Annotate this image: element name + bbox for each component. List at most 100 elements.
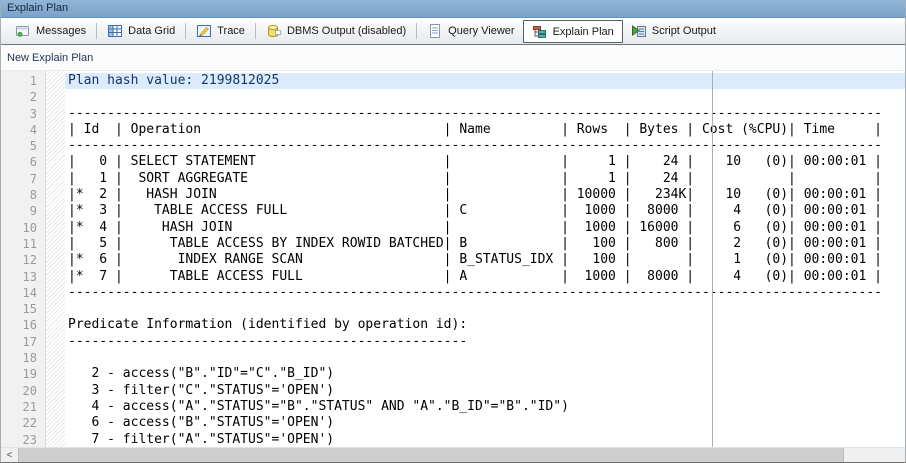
code-text: |* 4 | HASH JOIN | | 1000 | 16000 | 6 (0… — [65, 220, 905, 236]
editor-line[interactable]: 3---------------------------------------… — [1, 106, 905, 122]
horizontal-scrollbar[interactable]: < — [1, 447, 905, 462]
editor-line[interactable]: 2 — [1, 89, 905, 105]
line-number: 15 — [1, 301, 45, 317]
fold-strip — [45, 317, 65, 333]
line-number: 17 — [1, 334, 45, 350]
tab-label: Data Grid — [128, 25, 175, 37]
line-number: 20 — [1, 383, 45, 399]
line-number: 23 — [1, 432, 45, 447]
line-number: 9 — [1, 203, 45, 219]
fold-strip — [45, 415, 65, 431]
editor-line[interactable]: 9 |* 3 | TABLE ACCESS FULL | C | 1000 | 8… — [1, 203, 905, 219]
line-number: 10 — [1, 220, 45, 236]
tab-separator — [255, 23, 256, 39]
editor-line[interactable]: 17 --------------------------------------… — [1, 334, 905, 350]
panel-titlebar[interactable]: Explain Plan — [1, 0, 905, 18]
tab-data-grid[interactable]: Data Grid — [99, 20, 183, 42]
fold-strip — [45, 269, 65, 285]
editor-line[interactable]: 20 3 - filter("C"."STATUS"='OPEN') — [1, 383, 905, 399]
line-number: 6 — [1, 154, 45, 170]
line-number: 5 — [1, 138, 45, 154]
editor-line[interactable]: 16 Predicate Information (identified by o… — [1, 317, 905, 333]
fold-strip — [45, 73, 65, 89]
tab-separator — [416, 23, 417, 39]
fold-strip — [45, 171, 65, 187]
tab-separator — [185, 23, 186, 39]
line-number: 4 — [1, 122, 45, 138]
fold-strip — [45, 301, 65, 317]
editor-line[interactable]: 4 | Id | Operation | Name | Rows | Bytes … — [1, 122, 905, 138]
tab-bar: Messages Data Grid TraceDBMS Output (disab… — [1, 18, 905, 45]
fold-strip — [45, 350, 65, 366]
tab-dbms-output-disabled[interactable]: DBMS Output (disabled) — [258, 20, 414, 42]
tab-trace[interactable]: Trace — [188, 20, 253, 42]
fold-strip — [45, 154, 65, 170]
code-text: 7 - filter("A"."STATUS"='OPEN') — [65, 432, 905, 447]
code-text: ----------------------------------------… — [65, 334, 905, 350]
scrollbar-track[interactable] — [844, 448, 905, 462]
scrollbar-thumb[interactable] — [18, 448, 844, 462]
editor-line[interactable]: 12|* 6 | INDEX RANGE SCAN | B_STATUS_IDX… — [1, 252, 905, 268]
code-text: ----------------------------------------… — [65, 138, 905, 154]
fold-strip — [45, 187, 65, 203]
tab-query-viewer[interactable]: Query Viewer — [419, 20, 522, 42]
fold-strip — [45, 138, 65, 154]
script-output-icon — [631, 23, 647, 39]
fold-strip — [45, 334, 65, 350]
tab-messages[interactable]: Messages — [7, 20, 94, 42]
fold-strip — [45, 383, 65, 399]
line-number: 13 — [1, 269, 45, 285]
line-number: 21 — [1, 399, 45, 415]
tab-script-output[interactable]: Script Output — [623, 20, 724, 42]
editor-line[interactable]: 19 2 - access("B"."ID"="C"."B_ID") — [1, 366, 905, 382]
tab-explain-plan[interactable]: Explain Plan — [523, 20, 623, 43]
line-number: 14 — [1, 285, 45, 301]
code-text: |* 3 | TABLE ACCESS FULL | C | 1000 | 80… — [65, 203, 905, 219]
line-number: 22 — [1, 415, 45, 431]
code-text: | 5 | TABLE ACCESS BY INDEX ROWID BATCHE… — [65, 236, 905, 252]
trace-icon — [196, 23, 212, 39]
panel-title: Explain Plan — [7, 2, 68, 14]
code-text: Predicate Information (identified by ope… — [65, 317, 905, 333]
code-text: ----------------------------------------… — [65, 106, 905, 122]
editor-line[interactable]: 18 — [1, 350, 905, 366]
fold-strip — [45, 122, 65, 138]
fold-strip — [45, 432, 65, 447]
editor-line[interactable]: 11| 5 | TABLE ACCESS BY INDEX ROWID BATC… — [1, 236, 905, 252]
line-number: 12 — [1, 252, 45, 268]
line-number: 16 — [1, 317, 45, 333]
editor-line[interactable]: 10 |* 4 | HASH JOIN | | 1000 | 16000 | 6 … — [1, 220, 905, 236]
code-text — [65, 350, 905, 366]
tab-label: Script Output — [652, 25, 716, 37]
toolbar: New Explain Plan — [1, 45, 905, 71]
editor-line[interactable]: 15 — [1, 301, 905, 317]
scroll-left-button[interactable]: < — [1, 448, 18, 462]
code-text: Plan hash value: 2199812025 — [65, 73, 905, 89]
code-text: | Id | Operation | Name | Rows | Bytes |… — [65, 122, 905, 138]
editor-line[interactable]: 14 --------------------------------------… — [1, 285, 905, 301]
editor-line[interactable]: 1Plan hash value: 2199812025 — [1, 73, 905, 89]
line-number: 7 — [1, 171, 45, 187]
tab-separator — [96, 23, 97, 39]
fold-strip — [45, 106, 65, 122]
fold-strip — [45, 220, 65, 236]
editor-line[interactable]: 8|* 2 | HASH JOIN | | 10000 | 234K| 10 (… — [1, 187, 905, 203]
code-editor[interactable]: 1Plan hash value: 219981202523----------… — [1, 71, 905, 447]
line-number: 8 — [1, 187, 45, 203]
editor-line[interactable]: 7 | 1 | SORT AGGREGATE | | 1 | 24 | | | — [1, 171, 905, 187]
messages-icon — [15, 23, 31, 39]
code-text: | 1 | SORT AGGREGATE | | 1 | 24 | | | — [65, 171, 905, 187]
editor-line[interactable]: 6| 0 | SELECT STATEMENT | | 1 | 24 | 10 … — [1, 154, 905, 170]
code-text — [65, 89, 905, 105]
editor-lines: 1Plan hash value: 219981202523----------… — [1, 73, 905, 447]
dbms-output-icon — [266, 23, 282, 39]
editor-line[interactable]: 23 7 - filter("A"."STATUS"='OPEN') — [1, 432, 905, 447]
editor-line[interactable]: 13|* 7 | TABLE ACCESS FULL | A | 1000 | … — [1, 269, 905, 285]
line-number: 19 — [1, 366, 45, 382]
code-text: ----------------------------------------… — [65, 285, 905, 301]
data-grid-icon — [107, 23, 123, 39]
editor-line[interactable]: 5 ---------------------------------------… — [1, 138, 905, 154]
fold-strip — [45, 203, 65, 219]
editor-line[interactable]: 21 4 - access("A"."STATUS"="B"."STATUS" … — [1, 399, 905, 415]
editor-line[interactable]: 22 6 - access("B"."STATUS"='OPEN') — [1, 415, 905, 431]
